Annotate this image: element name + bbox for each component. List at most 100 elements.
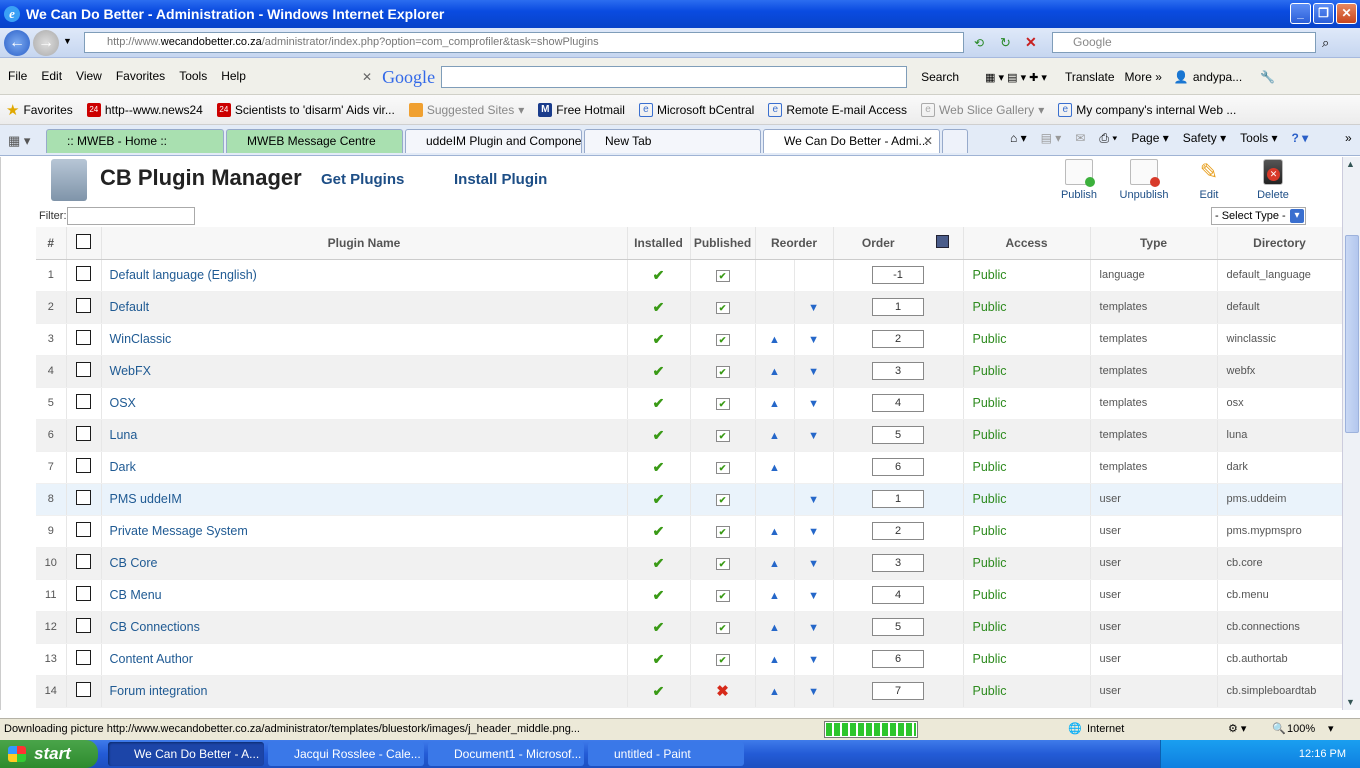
published-icon[interactable]: ✔ <box>715 622 730 634</box>
access-link[interactable]: Public <box>963 355 1091 388</box>
order-input[interactable]: 6 <box>872 458 925 476</box>
unpublish-button[interactable]: Unpublish <box>1118 159 1170 201</box>
table-row[interactable]: 6 Luna ✔ ✔ ▲ ▼ 5 Public templates luna <box>36 419 1342 452</box>
move-down-icon[interactable]: ▼ <box>808 398 819 410</box>
published-icon[interactable]: ✔ <box>715 590 730 602</box>
access-link[interactable]: Public <box>963 387 1091 420</box>
table-row[interactable]: 2 Default ✔ ✔ ▼ 1 Public templates default <box>36 291 1342 324</box>
row-checkbox[interactable] <box>76 586 91 601</box>
order-input[interactable]: 4 <box>872 586 925 604</box>
access-link[interactable]: Public <box>963 419 1091 452</box>
clock[interactable]: 12:16 PM <box>1299 748 1346 760</box>
published-icon[interactable]: ✔ <box>715 654 730 666</box>
published-icon[interactable]: ✔ <box>715 398 730 410</box>
move-down-icon[interactable]: ▼ <box>808 590 819 602</box>
access-link[interactable]: Public <box>963 451 1091 484</box>
task-paint[interactable]: untitled - Paint <box>588 742 744 766</box>
forward-icon[interactable]: → <box>33 30 59 56</box>
table-row[interactable]: 4 WebFX ✔ ✔ ▲ ▼ 3 Public templates webfx <box>36 355 1342 388</box>
move-down-icon[interactable]: ▼ <box>808 302 819 314</box>
zone-label[interactable]: Internet <box>1087 719 1124 739</box>
plugin-name-link[interactable]: CB Connections <box>101 611 628 644</box>
access-link[interactable]: Public <box>963 259 1091 292</box>
fav-item-bcentral[interactable]: e Microsoft bCentral <box>638 102 754 117</box>
window-title-bar[interactable]: e We Can Do Better - Administration - Wi… <box>0 0 1360 28</box>
plugin-name-link[interactable]: Private Message System <box>101 515 628 548</box>
compat-icon[interactable]: ⟲ <box>974 36 984 50</box>
toolbar-close-icon[interactable]: ✕ <box>362 70 372 84</box>
help-icon[interactable]: ? ▾ <box>1292 131 1309 146</box>
tab-wecandobetter[interactable]: We Can Do Better - Admi... ✕ <box>763 129 940 153</box>
more-button[interactable]: More » <box>1125 70 1162 84</box>
order-input[interactable]: -1 <box>872 266 925 284</box>
table-row[interactable]: 9 Private Message System ✔ ✔ ▲ ▼ 2 Public user pm… <box>36 515 1342 548</box>
menu-tools[interactable]: Tools <box>179 69 207 83</box>
move-up-icon[interactable]: ▲ <box>769 590 780 602</box>
user-avatar[interactable]: 👤 <box>1174 70 1189 84</box>
plugin-name-link[interactable]: Dark <box>101 451 628 484</box>
order-input[interactable]: 2 <box>872 522 925 540</box>
published-icon[interactable]: ✔ <box>715 366 730 378</box>
minimize-icon[interactable]: _ <box>1290 3 1311 24</box>
table-row[interactable]: 11 CB Menu ✔ ✔ ▲ ▼ 4 Public user cb.menu <box>36 579 1342 612</box>
table-row[interactable]: 1 Default language (English) ✔ ✔ -1 Public lan… <box>36 259 1342 292</box>
move-down-icon[interactable]: ▼ <box>808 366 819 378</box>
zoom-dropdown-icon[interactable]: ▾ <box>1328 719 1334 739</box>
refresh-icon[interactable]: ↻ <box>1000 35 1011 51</box>
close-icon[interactable]: ✕ <box>1336 3 1357 24</box>
row-checkbox[interactable] <box>76 298 91 313</box>
fav-item-web-slice[interactable]: e Web Slice Gallery ▾ <box>921 102 1044 117</box>
back-icon[interactable]: ← <box>4 30 30 56</box>
mail-icon[interactable]: ✉ <box>1075 131 1085 146</box>
get-plugins-link[interactable]: Get Plugins <box>321 171 404 188</box>
publish-button[interactable]: Publish <box>1053 159 1105 201</box>
plugin-name-link[interactable]: Content Author <box>101 643 628 676</box>
order-input[interactable]: 2 <box>872 330 925 348</box>
quick-tabs-icon[interactable]: ▦ ▾ <box>8 133 30 149</box>
move-up-icon[interactable]: ▲ <box>769 686 780 698</box>
plugin-name-link[interactable]: Forum integration <box>101 675 628 708</box>
fav-item-hotmail[interactable]: M Free Hotmail <box>538 102 625 117</box>
order-input[interactable]: 6 <box>872 650 925 668</box>
row-checkbox[interactable] <box>76 362 91 377</box>
table-row[interactable]: 8 PMS uddeIM ✔ ✔ ▼ 1 Public user pms.uddeim <box>36 483 1342 516</box>
feeds-icon[interactable]: ▤ ▾ <box>1041 131 1062 146</box>
home-icon[interactable]: ⌂ ▾ <box>1010 131 1027 146</box>
published-icon[interactable]: ✔ <box>715 526 730 538</box>
plugin-name-link[interactable]: Luna <box>101 419 628 452</box>
delete-button[interactable]: ✕ Delete <box>1247 159 1299 201</box>
access-link[interactable]: Public <box>963 611 1091 644</box>
order-input[interactable]: 7 <box>872 682 925 700</box>
move-down-icon[interactable]: ▼ <box>808 526 819 538</box>
published-icon[interactable]: ✔ <box>715 270 730 282</box>
move-down-icon[interactable]: ▼ <box>808 494 819 506</box>
table-row[interactable]: 12 CB Connections ✔ ✔ ▲ ▼ 5 Public user cb.connec… <box>36 611 1342 644</box>
move-down-icon[interactable]: ▼ <box>808 622 819 634</box>
start-button[interactable]: start <box>0 740 98 768</box>
move-down-icon[interactable]: ▼ <box>808 686 819 698</box>
edit-button[interactable]: ✎ Edit <box>1183 159 1235 201</box>
table-row[interactable]: 5 OSX ✔ ✔ ▲ ▼ 4 Public templates osx <box>36 387 1342 420</box>
order-input[interactable]: 5 <box>872 618 925 636</box>
published-icon[interactable]: ✔ <box>715 334 730 346</box>
more-tools-icon[interactable]: ▦ ▾ ▤ ▾ ✚ ▾ <box>985 71 1047 84</box>
wrench-icon[interactable]: 🔧 <box>1260 70 1275 84</box>
move-down-icon[interactable]: ▼ <box>808 430 819 442</box>
plugin-name-link[interactable]: PMS uddeIM <box>101 483 628 516</box>
row-checkbox[interactable] <box>76 650 91 665</box>
plugin-name-link[interactable]: WebFX <box>101 355 628 388</box>
filter-input[interactable] <box>67 207 195 225</box>
access-link[interactable]: Public <box>963 291 1091 324</box>
search-go-icon[interactable]: ⌕ <box>1322 35 1329 51</box>
tab-uddeim[interactable]: uddeIM Plugin and Compone... <box>405 129 582 153</box>
google-search-input[interactable] <box>441 66 908 88</box>
scroll-thumb[interactable] <box>1345 235 1359 433</box>
fav-item-scientists[interactable]: 24 Scientists to 'disarm' Aids vir... <box>216 102 395 117</box>
zoom-level[interactable]: 100% <box>1287 719 1315 739</box>
move-down-icon[interactable]: ▼ <box>808 654 819 666</box>
page-menu[interactable]: Page ▾ <box>1131 131 1168 146</box>
published-icon[interactable]: ✔ <box>715 302 730 314</box>
row-checkbox[interactable] <box>76 490 91 505</box>
select-all-checkbox[interactable] <box>76 233 91 249</box>
move-up-icon[interactable]: ▲ <box>769 654 780 666</box>
